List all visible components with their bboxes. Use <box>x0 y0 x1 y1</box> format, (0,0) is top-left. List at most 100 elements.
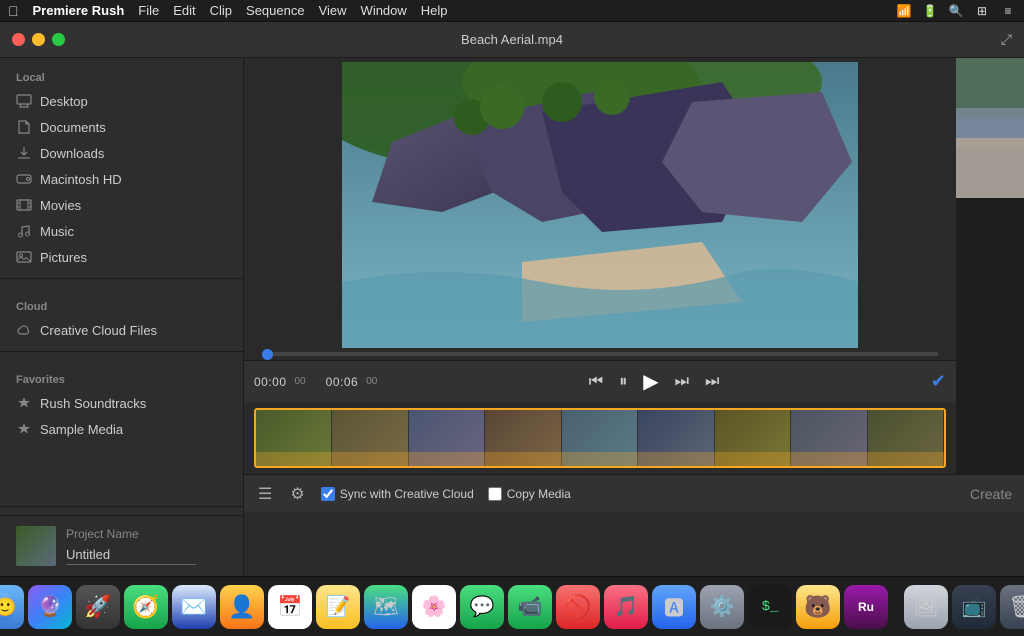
documents-icon <box>16 119 32 135</box>
app-name: Premiere Rush <box>33 3 125 18</box>
step-back-button[interactable]: ⏸ <box>615 371 631 393</box>
video-preview: 00:00 00 00:06 00 ⏮ ⏸ ▶ ⏭ ⏭ ✔ <box>244 58 956 474</box>
skip-forward-button[interactable]: ⏭ <box>701 371 723 393</box>
sidebar-item-pictures[interactable]: Pictures <box>0 244 243 270</box>
filter-menu-button[interactable]: ☰ <box>256 482 274 506</box>
dock-settings[interactable]: ⚙️ <box>700 585 744 629</box>
dock-safari[interactable]: 🧭 <box>124 585 168 629</box>
dock-bear[interactable]: 🐻 <box>796 585 840 629</box>
dock-music[interactable]: 🎵 <box>604 585 648 629</box>
menu-sequence[interactable]: Sequence <box>246 3 305 18</box>
menu-window[interactable]: Window <box>361 3 407 18</box>
sidebar-item-downloads[interactable]: Downloads <box>0 140 243 166</box>
dock-rush[interactable]: Ru <box>844 585 888 629</box>
dock-notes[interactable]: 📝 <box>316 585 360 629</box>
filmstrip[interactable] <box>254 408 946 468</box>
expand-icon[interactable]: ⤢ <box>1001 31 1012 48</box>
sidebar-divider-2 <box>0 351 243 352</box>
create-button[interactable]: Create <box>970 486 1012 502</box>
dock-screen[interactable]: 📺 <box>952 585 996 629</box>
sidebar: Local Desktop Documents Downloads <box>0 58 244 576</box>
notification-icon[interactable]: ≡ <box>1000 3 1016 19</box>
dock-calendar[interactable]: 📅 <box>268 585 312 629</box>
side-thumbnail <box>956 58 1024 198</box>
sync-checkbox[interactable] <box>321 487 335 501</box>
dock-maps[interactable]: 🗺 <box>364 585 408 629</box>
rushsoundtracks-label: Rush Soundtracks <box>40 396 146 411</box>
movies-label: Movies <box>40 198 81 213</box>
menu-clip[interactable]: Clip <box>210 3 232 18</box>
copy-checkbox[interactable] <box>488 487 502 501</box>
copy-label: Copy Media <box>507 487 571 501</box>
project-area: Project Name <box>0 515 243 576</box>
dock-contacts[interactable]: 👤 <box>220 585 264 629</box>
copy-checkbox-label[interactable]: Copy Media <box>488 487 571 501</box>
skip-back-button[interactable]: ⏮ <box>585 371 607 393</box>
battery-icon: 🔋 <box>922 3 938 19</box>
done-icon: ✔ <box>931 371 946 392</box>
local-section-label: Local <box>0 58 243 88</box>
dock-terminal[interactable]: $_ <box>748 585 792 629</box>
menu-help[interactable]: Help <box>421 3 448 18</box>
video-area: 00:00 00 00:06 00 ⏮ ⏸ ▶ ⏭ ⏭ ✔ <box>244 58 1024 474</box>
sidebar-divider-1 <box>0 278 243 279</box>
close-button[interactable] <box>12 33 25 46</box>
video-container <box>244 58 956 360</box>
dock-trash[interactable]: 🗑 <box>1000 585 1024 629</box>
sidebar-item-samplemedia[interactable]: Sample Media <box>0 416 243 442</box>
playback-handle[interactable] <box>262 349 273 360</box>
music-label: Music <box>40 224 74 239</box>
dock-photos[interactable]: 🌸 <box>412 585 456 629</box>
sidebar-item-desktop[interactable]: Desktop <box>0 88 243 114</box>
menu-view[interactable]: View <box>319 3 347 18</box>
maximize-button[interactable] <box>52 33 65 46</box>
playback-progress-bar[interactable] <box>262 352 938 356</box>
right-panel <box>956 58 1024 474</box>
harddrive-icon <box>16 171 32 187</box>
search-icon[interactable]: 🔍 <box>948 3 964 19</box>
pictures-label: Pictures <box>40 250 87 265</box>
apple-menu[interactable]:  <box>8 3 19 19</box>
documents-label: Documents <box>40 120 106 135</box>
star-icon-2 <box>16 421 32 437</box>
minimize-button[interactable] <box>32 33 45 46</box>
sync-checkbox-label[interactable]: Sync with Creative Cloud <box>321 487 474 501</box>
project-name-input[interactable] <box>66 545 196 565</box>
dock-stop[interactable]: 🚫 <box>556 585 600 629</box>
desktop-label: Desktop <box>40 94 88 109</box>
step-forward-button[interactable]: ⏭ <box>671 371 693 393</box>
filter-button[interactable]: ⚙ <box>288 482 306 506</box>
menu-file[interactable]: File <box>138 3 159 18</box>
star-icon-1 <box>16 395 32 411</box>
play-button[interactable]: ▶ <box>639 367 662 396</box>
downloads-icon <box>16 145 32 161</box>
window-title: Beach Aerial.mp4 <box>461 32 563 47</box>
bottom-toolbar: ☰ ⚙ Sync with Creative Cloud Copy Media … <box>244 474 1024 512</box>
control-center-icon[interactable]: ⊞ <box>974 3 990 19</box>
sidebar-item-rushsoundtracks[interactable]: Rush Soundtracks <box>0 390 243 416</box>
dock-facetime[interactable]: 📹 <box>508 585 552 629</box>
side-thumbnail-svg <box>956 58 1024 198</box>
sidebar-item-macintoshhd[interactable]: Macintosh HD <box>0 166 243 192</box>
dock-photos2[interactable]: 🖼 <box>904 585 948 629</box>
dock: 🙂 🔮 🚀 🧭 ✉️ 👤 📅 📝 🗺 🌸 💬 📹 🚫 🎵 🅰 ⚙️ $_ 🐻 R… <box>0 576 1024 636</box>
sidebar-item-movies[interactable]: Movies <box>0 192 243 218</box>
menu-edit[interactable]: Edit <box>173 3 195 18</box>
dock-messages[interactable]: 💬 <box>460 585 504 629</box>
downloads-label: Downloads <box>40 146 104 161</box>
creativecloud-label: Creative Cloud Files <box>40 323 157 338</box>
menubar:  Premiere Rush File Edit Clip Sequence … <box>0 0 1024 22</box>
svg-text:🙂: 🙂 <box>0 597 16 617</box>
dock-appstore[interactable]: 🅰 <box>652 585 696 629</box>
sidebar-item-music[interactable]: Music <box>0 218 243 244</box>
video-frame[interactable] <box>342 62 858 348</box>
sidebar-item-creativecloud[interactable]: Creative Cloud Files <box>0 317 243 343</box>
content-area: 00:00 00 00:06 00 ⏮ ⏸ ▶ ⏭ ⏭ ✔ <box>244 58 1024 576</box>
dock-finder[interactable]: 🙂 <box>0 585 24 629</box>
dock-siri[interactable]: 🔮 <box>28 585 72 629</box>
duration-timecode: 00:06 <box>326 375 359 389</box>
dock-launchpad[interactable]: 🚀 <box>76 585 120 629</box>
video-content <box>342 62 858 348</box>
sidebar-item-documents[interactable]: Documents <box>0 114 243 140</box>
dock-mail[interactable]: ✉️ <box>172 585 216 629</box>
